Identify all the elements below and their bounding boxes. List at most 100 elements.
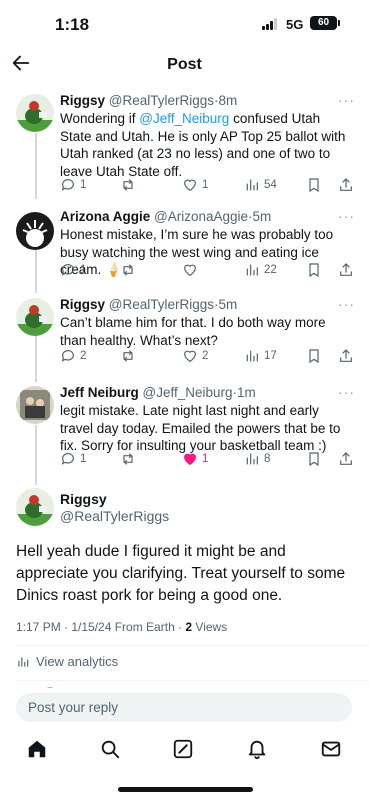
main-tweet-text: Hell yeah dude I figured it might be and…	[16, 543, 346, 604]
divider	[16, 645, 369, 646]
main-avatar[interactable]	[16, 488, 54, 526]
bookmark-button[interactable]	[306, 347, 322, 365]
main-author-handle[interactable]: @RealTylerRiggs	[60, 508, 169, 524]
views-button[interactable]: 54	[244, 176, 277, 194]
tweet-time: 5m	[252, 209, 272, 224]
author-name[interactable]: Riggsy	[60, 297, 105, 312]
bookmark-button[interactable]	[306, 176, 322, 194]
nav-search[interactable]	[99, 738, 123, 762]
tweet-actions: 1 1 54	[60, 176, 355, 194]
reply-button[interactable]: 1	[60, 261, 86, 279]
author-name[interactable]: Riggsy	[60, 93, 105, 108]
share-icon	[340, 452, 352, 465]
tweet-time: 5m	[218, 297, 238, 312]
author-handle[interactable]: @RealTylerRiggs	[109, 297, 214, 312]
more-options-icon[interactable]: ···	[338, 384, 355, 400]
battery-icon: 60	[310, 16, 340, 30]
bookmark-icon	[309, 452, 319, 467]
bar-chart-icon	[246, 179, 258, 191]
more-options-icon[interactable]: ···	[338, 208, 355, 224]
views-button[interactable]: 22	[244, 261, 277, 279]
bell-icon	[248, 740, 266, 760]
author-name[interactable]: Arizona Aggie	[60, 209, 150, 224]
share-icon	[340, 349, 352, 362]
mail-icon	[321, 741, 341, 757]
heart-icon	[184, 264, 196, 277]
repost-button[interactable]	[120, 450, 140, 468]
reply-tweet[interactable]: Arizona Aggie @ArizonaAggie·5m Honest mi…	[0, 208, 369, 294]
reply-icon	[61, 350, 74, 362]
like-button[interactable]	[182, 261, 202, 279]
repost-button[interactable]	[120, 176, 140, 194]
bookmark-icon	[309, 178, 319, 193]
tweet-actions: 1 22	[60, 261, 355, 279]
avatar[interactable]	[16, 386, 54, 424]
bookmark-button[interactable]	[306, 261, 322, 279]
nav-compose[interactable]	[172, 738, 196, 762]
author-handle[interactable]: @ArizonaAggie	[154, 209, 248, 224]
tweet-time: 1m	[237, 385, 256, 400]
reply-tweet[interactable]: Jeff Neiburg @Jeff_Neiburg·1m legit mist…	[0, 384, 369, 474]
nav-notifications[interactable]	[246, 738, 270, 762]
divider	[16, 680, 369, 681]
view-analytics-link[interactable]: View analytics	[16, 654, 118, 669]
avatar[interactable]	[16, 298, 54, 336]
home-icon	[28, 740, 46, 758]
bookmark-button[interactable]	[306, 450, 322, 468]
author-name[interactable]: Jeff Neiburg	[60, 385, 139, 400]
repost-button[interactable]	[120, 347, 140, 365]
view-analytics-label: View analytics	[36, 654, 119, 669]
reply-button[interactable]: 2	[60, 347, 86, 365]
tweet-text: Wondering if @Jeff_Neiburg confused Utah…	[60, 111, 346, 179]
avatar[interactable]	[16, 212, 54, 250]
bar-chart-icon	[246, 350, 258, 362]
repost-icon	[123, 453, 133, 465]
more-options-icon[interactable]: ···	[338, 296, 355, 312]
author-handle[interactable]: @Jeff_Neiburg	[143, 385, 233, 400]
tweet-text: legit mistake. Late night last night and…	[60, 403, 341, 453]
heart-filled-icon	[184, 453, 196, 466]
author-handle[interactable]: @RealTylerRiggs	[109, 93, 214, 108]
views-button[interactable]: 8	[244, 450, 270, 468]
more-options-icon[interactable]: ···	[338, 92, 355, 108]
share-button[interactable]	[338, 450, 354, 468]
share-button[interactable]	[338, 347, 354, 365]
main-author-name[interactable]: Riggsy	[60, 491, 107, 507]
nav-home[interactable]	[26, 738, 50, 762]
reply-button[interactable]: 1	[60, 450, 86, 468]
share-icon	[340, 178, 352, 191]
status-bar: 1:18 5G 60	[0, 0, 369, 46]
repost-icon	[123, 264, 133, 276]
like-button[interactable]: 2	[182, 347, 208, 365]
tweet-time: 8m	[218, 93, 238, 108]
nav-messages[interactable]	[320, 738, 344, 762]
tweet-actions: 1 1 8	[60, 450, 355, 468]
heart-icon	[184, 350, 196, 363]
like-button[interactable]: 1	[182, 176, 208, 194]
reply-tweet[interactable]: Riggsy @RealTylerRiggs·8m Wondering if @…	[0, 92, 369, 202]
bar-chart-icon	[246, 264, 258, 276]
reply-icon	[61, 264, 74, 276]
like-button[interactable]: 1	[182, 450, 208, 468]
home-indicator	[118, 787, 253, 792]
repost-icon	[123, 350, 133, 362]
bottom-nav	[0, 728, 369, 770]
reply-bar	[0, 688, 369, 726]
share-button[interactable]	[338, 176, 354, 194]
reply-tweet[interactable]: Riggsy @RealTylerRiggs·5m Can’t blame hi…	[0, 296, 369, 384]
bookmark-icon	[309, 263, 319, 278]
reply-input[interactable]	[16, 693, 352, 722]
repost-icon	[123, 179, 133, 191]
search-icon	[101, 740, 120, 759]
tweet-meta: 1:17 PM · 1/15/24 From Earth · 2 Views	[16, 620, 228, 634]
mention-link[interactable]: @Jeff_Neiburg	[139, 111, 229, 126]
avatar[interactable]	[16, 94, 54, 132]
reply-icon	[61, 453, 74, 465]
page-title: Post	[167, 56, 202, 73]
repost-button[interactable]	[120, 261, 140, 279]
reply-button[interactable]: 1	[60, 176, 86, 194]
header: Post	[0, 46, 369, 84]
views-button[interactable]: 17	[244, 347, 277, 365]
status-time: 1:18	[55, 15, 90, 34]
share-button[interactable]	[338, 261, 354, 279]
